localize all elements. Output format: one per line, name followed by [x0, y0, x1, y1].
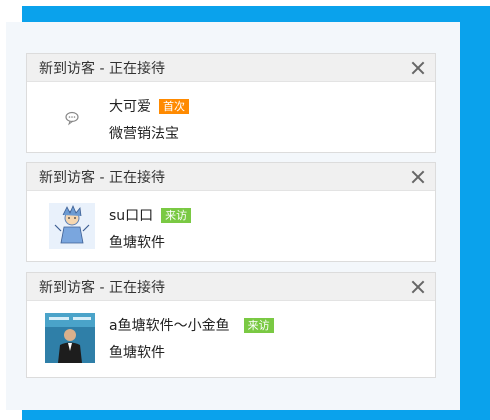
card-body: 大可爱 首次 微营销法宝: [27, 82, 435, 152]
visitor-source: 微营销法宝: [109, 126, 179, 142]
frame-top-strip: [22, 0, 490, 6]
close-icon[interactable]: [411, 280, 425, 294]
visitor-name: su口口: [109, 208, 154, 224]
visitor-badge: 首次: [159, 98, 189, 114]
visitor-card[interactable]: 新到访客 - 正在接待 su口口 来访 鱼塘软件: [26, 162, 436, 262]
visitor-name: 大可爱: [109, 99, 151, 115]
card-header: 新到访客 - 正在接待: [27, 273, 435, 301]
close-icon[interactable]: [411, 61, 425, 75]
photo-avatar: [45, 313, 95, 363]
visitor-source: 鱼塘软件: [109, 345, 165, 361]
visitor-card[interactable]: 新到访客 - 正在接待 大可爱 首次 微营销法宝: [26, 53, 436, 153]
card-body: a鱼塘软件～小金鱼 来访 鱼塘软件: [27, 301, 435, 371]
visitor-notification-panel: 新到访客 - 正在接待 大可爱 首次 微营销法宝 新到访客 - 正在接待 su口…: [6, 22, 460, 410]
visitor-name-row: a鱼塘软件～小金鱼 来访: [109, 315, 274, 335]
visitor-badge: 来访: [243, 317, 274, 333]
visitor-badge: 来访: [161, 207, 192, 223]
card-title: 新到访客 - 正在接待: [39, 60, 165, 77]
visitor-source: 鱼塘软件: [109, 235, 165, 251]
visitor-card[interactable]: 新到访客 - 正在接待 a鱼塘软件～小金鱼 来访 鱼塘软件: [26, 272, 436, 378]
cartoon-avatar: [49, 203, 95, 249]
card-header: 新到访客 - 正在接待: [27, 163, 435, 191]
card-header: 新到访客 - 正在接待: [27, 54, 435, 82]
card-title: 新到访客 - 正在接待: [39, 169, 165, 186]
visitor-name-row: 大可爱 首次: [109, 96, 189, 116]
card-body: su口口 来访 鱼塘软件: [27, 191, 435, 261]
close-icon[interactable]: [411, 170, 425, 184]
visitor-name-row: su口口 来访: [109, 205, 192, 225]
card-title: 新到访客 - 正在接待: [39, 279, 165, 296]
visitor-name: a鱼塘软件～小金鱼: [109, 318, 230, 334]
chat-bubble-icon: [65, 111, 79, 126]
